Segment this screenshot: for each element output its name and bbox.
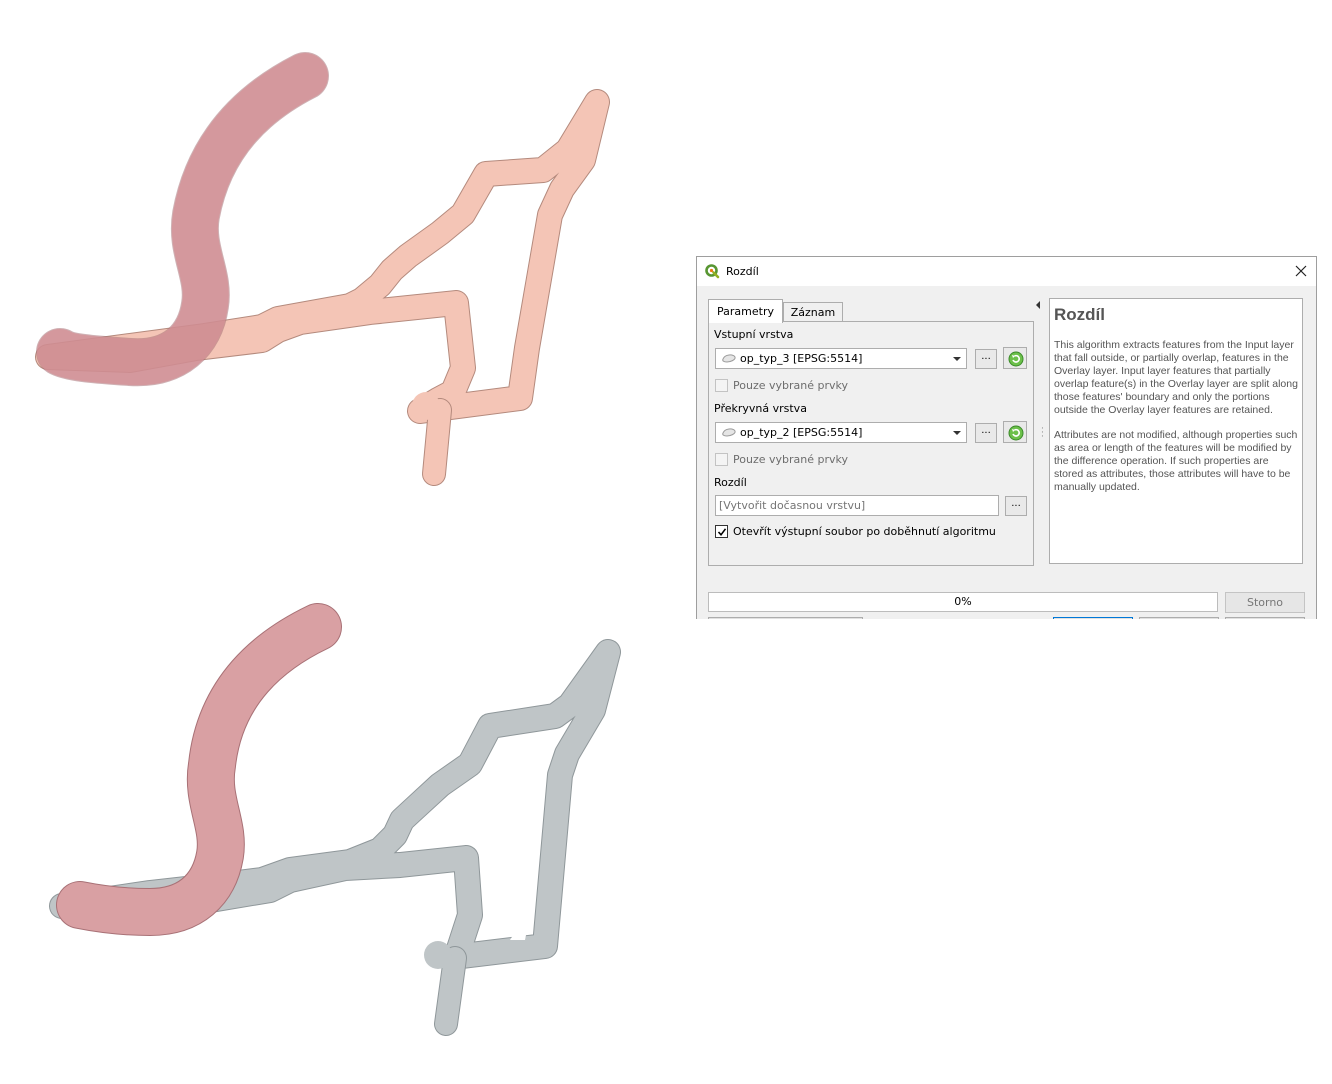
parameters-panel: Vstupní vrstva op_typ_3 [EPSG:5514] ... … — [708, 321, 1034, 566]
progress-text: 0% — [954, 595, 972, 608]
chevron-down-icon — [953, 431, 961, 435]
checkmark-icon — [717, 528, 727, 537]
overlay-selected-only-checkbox[interactable] — [715, 453, 728, 466]
dialog-title: Rozdíl — [726, 265, 759, 278]
overlay-selected-only-label: Pouze vybrané prvky — [733, 453, 848, 466]
input-layer-value: op_typ_3 [EPSG:5514] — [740, 352, 863, 365]
close-icon[interactable] — [1292, 262, 1310, 280]
help-title: Rozdíl — [1054, 305, 1105, 324]
overlay-layer-value: op_typ_2 [EPSG:5514] — [740, 426, 863, 439]
tab-parametry[interactable]: Parametry — [708, 299, 783, 323]
dialog-titlebar: Rozdíl — [697, 257, 1316, 286]
tab-zaznam[interactable]: Záznam — [783, 302, 843, 322]
output-browse-button[interactable]: ... — [1005, 496, 1027, 516]
help-panel: Rozdíl This algorithm extracts features … — [1049, 298, 1303, 564]
open-output-label: Otevřít výstupní soubor po doběhnutí alg… — [733, 525, 996, 538]
help-paragraph-1: This algorithm extracts features from th… — [1054, 339, 1298, 416]
input-layer-iterate-button[interactable] — [1003, 347, 1027, 369]
splitter-handle[interactable]: · · · — [1041, 425, 1044, 442]
top-input-layer-line — [35, 89, 610, 486]
collapse-help-icon[interactable] — [1036, 301, 1040, 309]
overlay-layer-label: Překryvná vrstva — [714, 402, 807, 415]
overlay-layer-browse-button[interactable]: ... — [975, 423, 997, 443]
iterate-icon — [1008, 351, 1024, 367]
advanced-button[interactable] — [708, 617, 863, 619]
output-label: Rozdíl — [714, 476, 747, 489]
line-layer-icon — [721, 427, 737, 441]
run-button[interactable] — [1053, 617, 1133, 619]
progress-bar: 0% — [708, 592, 1218, 612]
input-layer-browse-button[interactable]: ... — [975, 349, 997, 369]
help-paragraph-2: Attributes are not modified, although pr… — [1054, 429, 1298, 493]
difference-dialog: Rozdíl Parametry Záznam Vstupní vrstva o… — [696, 256, 1317, 619]
cancel-button[interactable]: Storno — [1225, 592, 1305, 613]
line-layer-icon — [721, 353, 737, 367]
output-field[interactable] — [715, 495, 999, 516]
overlay-layer-iterate-button[interactable] — [1003, 421, 1027, 443]
input-selected-only-label: Pouze vybrané prvky — [733, 379, 848, 392]
input-layer-combo[interactable]: op_typ_3 [EPSG:5514] — [715, 348, 967, 369]
input-selected-only-checkbox[interactable] — [715, 379, 728, 392]
overlay-layer-combo[interactable]: op_typ_2 [EPSG:5514] — [715, 422, 967, 443]
close-button[interactable] — [1139, 617, 1219, 619]
open-output-checkbox[interactable] — [715, 525, 728, 538]
iterate-icon — [1008, 425, 1024, 441]
input-layer-label: Vstupní vrstva — [714, 328, 794, 341]
bottom-result-layer-line — [49, 639, 621, 1036]
help-button[interactable] — [1225, 617, 1305, 619]
qgis-logo-icon — [705, 264, 720, 282]
chevron-down-icon — [953, 357, 961, 361]
